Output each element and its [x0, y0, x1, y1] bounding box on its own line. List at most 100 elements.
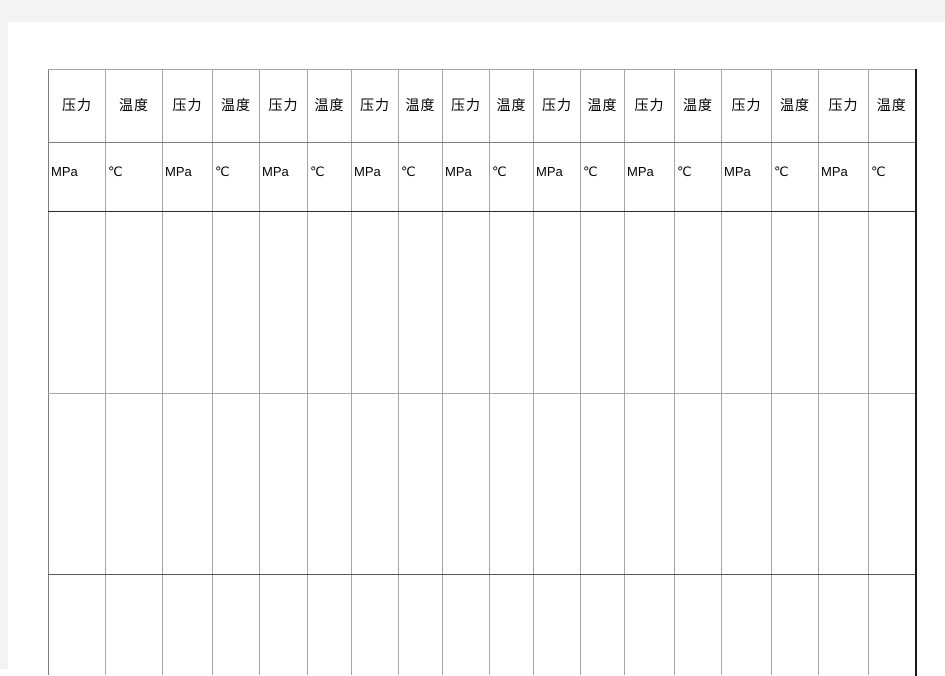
data-cell-value [261, 213, 307, 393]
data-cell-r0-c14[interactable] [721, 211, 772, 394]
data-cell-value [535, 213, 580, 393]
header-cell-label: 温度 [876, 97, 907, 113]
header-cell-pressure-10[interactable]: 压力 [533, 69, 581, 143]
header-cell-temperature-3[interactable]: 温度 [212, 69, 260, 143]
unit-cell-celsius-3[interactable]: ℃ [212, 142, 260, 212]
header-cell-label: 温度 [683, 97, 713, 113]
data-cell-r2-c6[interactable] [351, 574, 399, 676]
unit-cell-mpa-4[interactable]: MPa [259, 142, 308, 212]
header-cell-temperature-13[interactable]: 温度 [674, 69, 722, 143]
data-cell-r1-c2[interactable] [162, 393, 213, 575]
data-cell-r2-c15[interactable] [771, 574, 819, 676]
data-cell-r0-c7[interactable] [398, 211, 443, 394]
data-cell-r1-c7[interactable] [398, 393, 443, 575]
data-cell-r2-c8[interactable] [442, 574, 490, 676]
data-cell-r1-c11[interactable] [580, 393, 625, 575]
header-cell-pressure-8[interactable]: 压力 [442, 69, 490, 143]
data-cell-r0-c12[interactable] [624, 211, 675, 394]
unit-cell-mpa-2[interactable]: MPa [162, 142, 213, 212]
data-cell-r0-c16[interactable] [818, 211, 869, 394]
data-cell-r1-c12[interactable] [624, 393, 675, 575]
data-cell-r0-c6[interactable] [351, 211, 399, 394]
header-cell-temperature-11[interactable]: 温度 [580, 69, 625, 143]
unit-cell-mpa-16[interactable]: MPa [818, 142, 869, 212]
data-cell-r0-c9[interactable] [489, 211, 534, 394]
data-cell-value [535, 395, 580, 574]
data-cell-r0-c0[interactable] [48, 211, 106, 394]
header-cell-temperature-7[interactable]: 温度 [398, 69, 443, 143]
data-cell-r1-c6[interactable] [351, 393, 399, 575]
data-cell-r0-c15[interactable] [771, 211, 819, 394]
data-cell-r1-c13[interactable] [674, 393, 722, 575]
data-cell-r1-c5[interactable] [307, 393, 352, 575]
unit-cell-mpa-6[interactable]: MPa [351, 142, 399, 212]
data-cell-r2-c2[interactable] [162, 574, 213, 676]
header-cell-temperature-1[interactable]: 温度 [105, 69, 163, 143]
unit-cell-mpa-10[interactable]: MPa [533, 142, 581, 212]
unit-cell-celsius-17[interactable]: ℃ [868, 142, 917, 212]
unit-cell-label: ℃ [492, 164, 507, 179]
header-cell-temperature-9[interactable]: 温度 [489, 69, 534, 143]
data-cell-r1-c4[interactable] [259, 393, 308, 575]
data-cell-r0-c8[interactable] [442, 211, 490, 394]
data-cell-r2-c13[interactable] [674, 574, 722, 676]
data-cell-r1-c0[interactable] [48, 393, 106, 575]
data-cell-r2-c7[interactable] [398, 574, 443, 676]
data-cell-r2-c10[interactable] [533, 574, 581, 676]
data-cell-r0-c10[interactable] [533, 211, 581, 394]
data-cell-r0-c5[interactable] [307, 211, 352, 394]
unit-cell-mpa-8[interactable]: MPa [442, 142, 490, 212]
data-cell-r0-c1[interactable] [105, 211, 163, 394]
unit-cell-label: MPa [821, 164, 848, 179]
unit-cell-celsius-15[interactable]: ℃ [771, 142, 819, 212]
data-cell-r2-c3[interactable] [212, 574, 260, 676]
header-cell-pressure-0[interactable]: 压力 [48, 69, 106, 143]
data-cell-r1-c1[interactable] [105, 393, 163, 575]
data-cell-r2-c16[interactable] [818, 574, 869, 676]
data-cell-r2-c5[interactable] [307, 574, 352, 676]
data-cell-r0-c11[interactable] [580, 211, 625, 394]
unit-cell-label: MPa [724, 164, 751, 179]
unit-cell-mpa-12[interactable]: MPa [624, 142, 675, 212]
data-cell-r1-c14[interactable] [721, 393, 772, 575]
header-cell-pressure-2[interactable]: 压力 [162, 69, 213, 143]
data-cell-r0-c2[interactable] [162, 211, 213, 394]
data-cell-r0-c13[interactable] [674, 211, 722, 394]
data-cell-r1-c17[interactable] [868, 393, 917, 575]
data-cell-r2-c11[interactable] [580, 574, 625, 676]
data-cell-r1-c10[interactable] [533, 393, 581, 575]
data-cell-r2-c9[interactable] [489, 574, 534, 676]
header-cell-pressure-14[interactable]: 压力 [721, 69, 772, 143]
unit-cell-mpa-14[interactable]: MPa [721, 142, 772, 212]
header-cell-label: 压力 [731, 97, 762, 113]
header-cell-temperature-5[interactable]: 温度 [307, 69, 352, 143]
data-cell-r2-c12[interactable] [624, 574, 675, 676]
data-cell-r1-c15[interactable] [771, 393, 819, 575]
data-cell-r2-c14[interactable] [721, 574, 772, 676]
data-cell-r2-c4[interactable] [259, 574, 308, 676]
unit-cell-celsius-7[interactable]: ℃ [398, 142, 443, 212]
header-cell-pressure-6[interactable]: 压力 [351, 69, 399, 143]
header-cell-pressure-16[interactable]: 压力 [818, 69, 869, 143]
header-cell-temperature-17[interactable]: 温度 [868, 69, 917, 143]
data-cell-r2-c0[interactable] [48, 574, 106, 676]
unit-cell-mpa-0[interactable]: MPa [48, 142, 106, 212]
data-cell-r0-c17[interactable] [868, 211, 917, 394]
data-cell-r0-c3[interactable] [212, 211, 260, 394]
unit-cell-celsius-1[interactable]: ℃ [105, 142, 163, 212]
unit-cell-celsius-5[interactable]: ℃ [307, 142, 352, 212]
data-cell-r0-c4[interactable] [259, 211, 308, 394]
data-cell-r1-c3[interactable] [212, 393, 260, 575]
unit-cell-celsius-13[interactable]: ℃ [674, 142, 722, 212]
data-cell-r1-c16[interactable] [818, 393, 869, 575]
data-cell-r1-c8[interactable] [442, 393, 490, 575]
data-cell-value [164, 395, 212, 574]
header-cell-pressure-4[interactable]: 压力 [259, 69, 308, 143]
data-cell-r1-c9[interactable] [489, 393, 534, 575]
header-cell-pressure-12[interactable]: 压力 [624, 69, 675, 143]
data-cell-r2-c1[interactable] [105, 574, 163, 676]
unit-cell-celsius-11[interactable]: ℃ [580, 142, 625, 212]
header-cell-temperature-15[interactable]: 温度 [771, 69, 819, 143]
unit-cell-celsius-9[interactable]: ℃ [489, 142, 534, 212]
data-cell-r2-c17[interactable] [868, 574, 917, 676]
